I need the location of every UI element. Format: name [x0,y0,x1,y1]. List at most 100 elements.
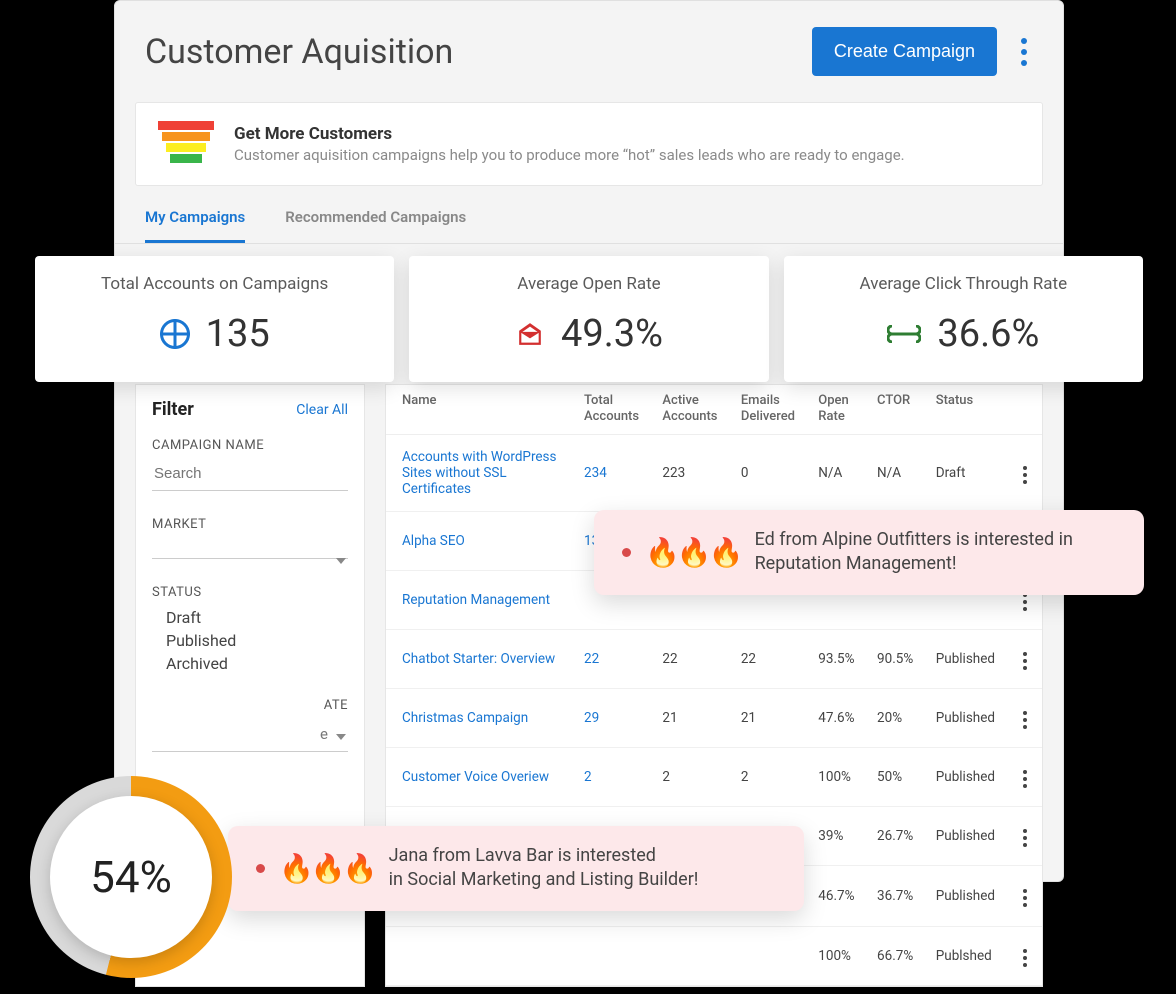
cell-active: 21 [652,688,730,747]
stat-title: Total Accounts on Campaigns [45,274,384,294]
campaign-name-link[interactable]: Chatbot Starter: Overview [402,651,555,667]
cell-open: 100% [808,926,867,985]
row-more-icon[interactable] [1019,707,1031,733]
cell-delivered: 0 [731,434,808,511]
col-name[interactable]: Name [386,385,574,434]
tabs: My Campaigns Recommended Campaigns [115,186,1063,244]
funnel-icon [158,121,214,167]
status-option-draft[interactable]: Draft [166,606,348,629]
campaign-name-link[interactable]: Reputation Management [402,592,550,608]
row-more-icon[interactable] [1019,825,1031,851]
col-open[interactable]: Open Rate [808,385,867,434]
campaign-name-link[interactable]: Alpha SEO [402,533,465,549]
filter-label-status: STATUS [152,585,348,600]
header-actions: Create Campaign [812,27,1033,76]
cell-open: 46.7% [808,865,867,926]
stat-title: Average Click Through Rate [794,274,1133,294]
col-total[interactable]: Total Accounts [574,385,652,434]
cell-status: Publshed [926,926,1009,985]
row-more-icon[interactable] [1019,945,1031,971]
toast-message: Jana from Lavva Bar is interested in Soc… [389,844,699,893]
table-row: Accounts with WordPress Sites without SS… [386,434,1042,511]
table-row: 100%66.7%Publshed [386,926,1042,985]
row-more-icon[interactable] [1019,462,1031,488]
dot-icon [622,548,631,557]
search-input[interactable] [152,457,348,491]
cell-delivered [731,926,808,985]
campaign-name-link[interactable]: Accounts with WordPress Sites without SS… [402,449,557,497]
col-ctor[interactable]: CTOR [867,385,926,434]
cell-active: 223 [652,434,730,511]
mail-open-icon [515,321,545,347]
banner-title: Get More Customers [234,124,905,144]
cell-ctor: 66.7% [867,926,926,985]
col-status[interactable]: Status [926,385,1009,434]
stat-value: 49.3% [561,312,663,356]
campaign-name-link[interactable]: Customer Voice Overiew [402,769,549,785]
filter-label-market: MARKET [152,517,348,532]
cell-open: 39% [808,806,867,865]
total-accounts-link[interactable]: 2 [584,769,592,785]
cell-active: 2 [652,747,730,806]
row-more-icon[interactable] [1019,766,1031,792]
fire-icon: 🔥🔥🔥 [279,852,375,885]
globe-icon [160,319,190,349]
table-row: Customer Voice Overiew222100%50%Publishe… [386,747,1042,806]
filter-heading: Filter [152,399,194,420]
dot-icon [256,864,265,873]
fire-icon: 🔥🔥🔥 [645,536,741,569]
cell-status: Published [926,747,1009,806]
cell-delivered: 21 [731,688,808,747]
stat-title: Average Open Rate [419,274,758,294]
link-icon [887,325,921,343]
cell-open: 47.6% [808,688,867,747]
market-dropdown[interactable] [152,558,348,559]
total-accounts-link[interactable]: 234 [584,465,607,481]
cell-delivered: 22 [731,629,808,688]
col-active[interactable]: Active Accounts [652,385,730,434]
cell-ctor: 26.7% [867,806,926,865]
cell-open: N/A [808,434,867,511]
row-more-icon[interactable] [1019,648,1031,674]
donut-value: 54% [90,851,172,903]
main-card: Customer Aquisition Create Campaign Get … [114,0,1064,882]
filter-partial-input[interactable]: e [152,717,348,752]
cell-status: Published [926,865,1009,926]
table-row: Christmas Campaign29212147.6%20%Publishe… [386,688,1042,747]
promo-banner: Get More Customers Customer aquisition c… [135,102,1043,186]
header: Customer Aquisition Create Campaign [115,1,1063,86]
tab-recommended[interactable]: Recommended Campaigns [285,208,466,243]
col-delivered[interactable]: Emails Delivered [731,385,808,434]
banner-subtitle: Customer aquisition campaigns help you t… [234,146,905,164]
stat-ctr: Average Click Through Rate 36.6% [784,256,1143,382]
toast-message: Ed from Alpine Outfitters is interested … [755,528,1116,577]
cell-delivered: 2 [731,747,808,806]
create-campaign-button[interactable]: Create Campaign [812,27,997,76]
banner-text: Get More Customers Customer aquisition c… [234,124,905,164]
cell-open: 93.5% [808,629,867,688]
campaign-name-link[interactable]: Christmas Campaign [402,710,528,726]
total-accounts-link[interactable]: 22 [584,651,599,667]
cell-status: Published [926,806,1009,865]
clear-all-link[interactable]: Clear All [296,402,348,418]
cell-open: 100% [808,747,867,806]
stat-value: 36.6% [937,312,1039,356]
progress-donut: 54% [30,776,232,978]
cell-ctor: 50% [867,747,926,806]
status-options: Draft Published Archived [152,606,348,676]
cell-status: Published [926,629,1009,688]
status-option-archived[interactable]: Archived [166,652,348,675]
header-more-icon[interactable] [1015,32,1033,72]
page-title: Customer Aquisition [145,32,453,72]
cell-ctor: 36.7% [867,865,926,926]
notification-toast-2[interactable]: 🔥🔥🔥 Jana from Lavva Bar is interested in… [228,826,804,911]
total-accounts-link[interactable]: 29 [584,710,599,726]
stat-open-rate: Average Open Rate 49.3% [409,256,768,382]
status-option-published[interactable]: Published [166,629,348,652]
row-more-icon[interactable] [1019,885,1031,911]
tab-my-campaigns[interactable]: My Campaigns [145,208,245,243]
filter-partial-label-1: ATE [152,698,348,713]
cell-active [652,926,730,985]
cell-ctor: N/A [867,434,926,511]
notification-toast-1[interactable]: 🔥🔥🔥 Ed from Alpine Outfitters is interes… [594,510,1144,595]
